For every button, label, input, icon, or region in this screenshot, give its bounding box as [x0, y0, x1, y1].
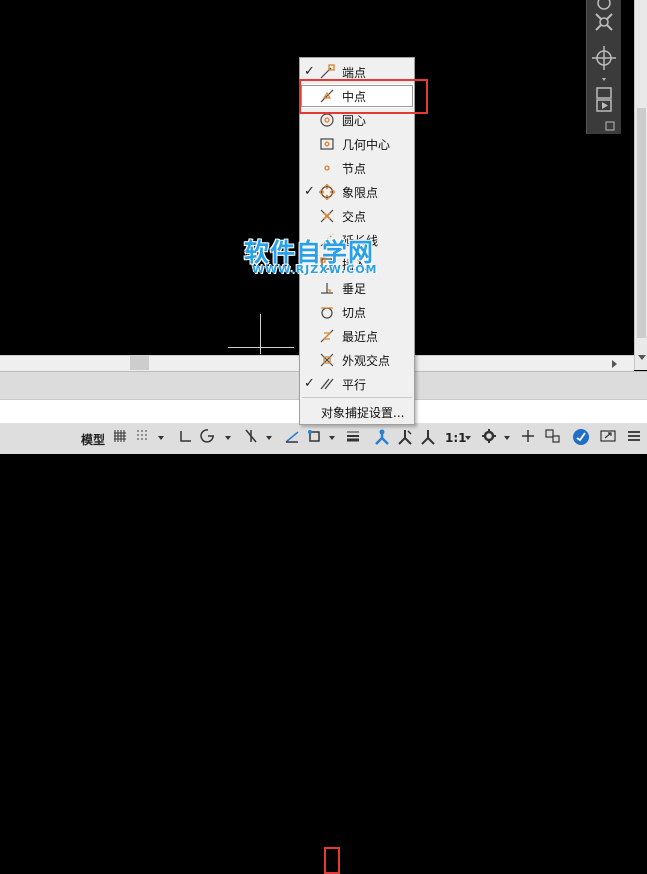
geometric-center-icon	[320, 138, 334, 150]
menu-item-label: 外观交点	[342, 354, 391, 368]
tangent-icon	[321, 307, 333, 319]
menu-item-intersection[interactable]: 交点	[300, 204, 414, 228]
snap-mode-icon[interactable]	[135, 428, 151, 444]
midpoint-highlight-box	[299, 79, 428, 114]
isolate-objects-icon[interactable]	[544, 428, 562, 444]
intersection-icon	[320, 209, 334, 223]
steering-wheel-icon[interactable]	[597, 0, 611, 10]
scroll-right-icon[interactable]	[612, 360, 617, 368]
annotation-scale-icon[interactable]	[419, 428, 437, 446]
object-snap-dropdown-highlight	[324, 847, 340, 874]
menu-item-nearest[interactable]: 最近点	[300, 324, 414, 348]
scroll-down-icon[interactable]	[638, 355, 646, 360]
hardware-acceleration-icon[interactable]	[572, 428, 590, 446]
menu-item-geometric-center[interactable]: 几何中心	[300, 132, 414, 156]
orbit-icon[interactable]	[596, 87, 612, 99]
chevron-down-icon[interactable]	[602, 78, 606, 81]
auto-scale-icon[interactable]	[396, 428, 414, 446]
grid-icon[interactable]	[112, 428, 128, 444]
chevron-down-icon[interactable]	[465, 436, 471, 440]
vertical-scroll-thumb[interactable]	[637, 108, 646, 338]
watermark: 软件自学网 WWW.RJZXW.COM	[244, 233, 394, 283]
menu-item-label: 几何中心	[342, 138, 391, 152]
object-snap-settings-item[interactable]: 对象捕捉设置...	[300, 401, 414, 421]
menu-item-node[interactable]: 节点	[300, 156, 414, 180]
quadrant-icon	[319, 184, 335, 200]
menu-item-apparent-intersection[interactable]: 外观交点	[300, 348, 414, 372]
menu-item-label: 象限点	[342, 186, 379, 200]
chevron-down-icon[interactable]	[225, 436, 231, 440]
status-bar: 模型 1:1	[0, 423, 647, 874]
nav-bar-options-icon[interactable]	[605, 121, 615, 131]
navigation-bar[interactable]	[586, 0, 621, 134]
apparent-intersection-icon	[320, 353, 334, 367]
chevron-down-icon[interactable]	[158, 436, 164, 440]
horizontal-scroll-thumb[interactable]	[130, 356, 149, 370]
vertical-scrollbar[interactable]	[634, 0, 647, 370]
checkmark-icon: ✓	[304, 64, 315, 79]
menu-item-label: 平行	[342, 378, 367, 392]
ortho-icon[interactable]	[177, 428, 193, 444]
endpoint-icon	[320, 64, 335, 79]
annotation-visibility-icon[interactable]	[373, 428, 391, 446]
menu-item-label: 节点	[342, 162, 367, 176]
isodraft-icon[interactable]	[243, 428, 259, 444]
customization-menu-icon[interactable]	[626, 428, 642, 444]
object-snap-icon[interactable]	[306, 428, 322, 444]
object-snap-dropdown-icon[interactable]	[329, 436, 335, 440]
watermark-url: WWW.RJZXW.COM	[252, 263, 378, 276]
pan-icon[interactable]	[592, 46, 616, 70]
node-icon	[324, 165, 330, 171]
polar-tracking-icon[interactable]	[200, 428, 216, 444]
plus-icon[interactable]	[520, 428, 536, 444]
annotation-scale-value[interactable]: 1:1	[445, 431, 467, 445]
showmotion-icon[interactable]	[596, 99, 612, 112]
model-space-label[interactable]: 模型	[81, 431, 105, 448]
menu-item-label: 圆心	[342, 114, 367, 128]
menu-item-parallel[interactable]: ✓ 平行	[300, 372, 414, 396]
nearest-icon	[320, 329, 334, 343]
menu-item-quadrant[interactable]: ✓ 象限点	[300, 180, 414, 204]
object-snap-tracking-icon[interactable]	[284, 428, 300, 444]
gear-icon[interactable]	[481, 428, 497, 444]
parallel-icon	[320, 378, 334, 390]
menu-item-label: 对象捕捉设置...	[321, 406, 405, 420]
chevron-down-icon[interactable]	[504, 436, 510, 440]
lineweight-icon[interactable]	[345, 428, 361, 444]
crosshair-cursor-horizontal	[228, 347, 294, 348]
menu-item-label: 交点	[342, 210, 367, 224]
zoom-icon[interactable]	[595, 13, 613, 31]
menu-item-label: 最近点	[342, 330, 379, 344]
crosshair-cursor-vertical	[260, 314, 261, 354]
checkmark-icon: ✓	[304, 184, 315, 199]
checkmark-icon: ✓	[304, 376, 315, 391]
menu-item-label: 切点	[342, 306, 367, 320]
chevron-down-icon[interactable]	[266, 436, 272, 440]
menu-item-tangent[interactable]: 切点	[300, 300, 414, 324]
clean-screen-icon[interactable]	[600, 428, 616, 444]
center-icon	[320, 113, 334, 127]
menu-divider	[302, 397, 412, 398]
